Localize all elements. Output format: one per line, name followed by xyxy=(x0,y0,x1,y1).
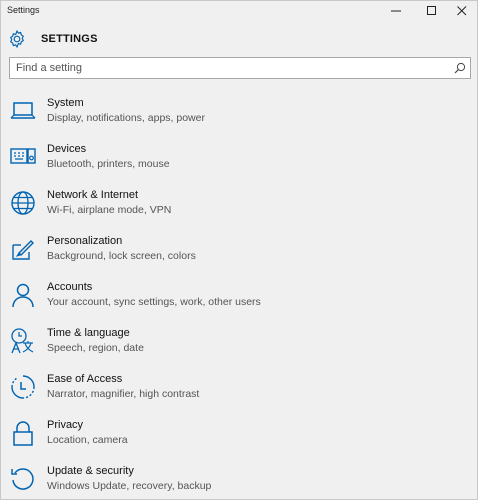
category-system[interactable]: System Display, notifications, apps, pow… xyxy=(1,91,477,137)
category-description: Narrator, magnifier, high contrast xyxy=(47,388,200,400)
search-input[interactable] xyxy=(10,58,446,78)
globe-icon xyxy=(11,191,35,215)
category-accounts[interactable]: Accounts Your account, sync settings, wo… xyxy=(1,275,477,321)
close-icon xyxy=(457,6,467,16)
update-icon xyxy=(11,468,34,490)
person-icon xyxy=(12,283,34,308)
language-icon xyxy=(11,328,34,354)
category-time-language[interactable]: Time & language Speech, region, date xyxy=(1,321,477,367)
settings-window: Settings SETTINGS Find a setting System … xyxy=(0,0,478,500)
maximize-button[interactable] xyxy=(417,1,447,21)
category-label: Accounts xyxy=(47,281,93,293)
category-label: Ease of Access xyxy=(47,373,123,385)
category-network[interactable]: Network & Internet Wi-Fi, airplane mode,… xyxy=(1,183,477,229)
accessibility-icon xyxy=(11,375,35,399)
page-title: SETTINGS xyxy=(41,33,98,45)
category-description: Your account, sync settings, work, other… xyxy=(47,296,261,308)
category-label: Update & security xyxy=(47,465,134,477)
category-label: Network & Internet xyxy=(47,189,139,201)
category-description: Location, camera xyxy=(47,434,128,446)
category-description: Speech, region, date xyxy=(47,342,144,354)
category-label: Devices xyxy=(47,143,87,155)
category-label: Privacy xyxy=(47,419,84,431)
keyboard-devices-icon xyxy=(10,148,36,164)
minimize-icon xyxy=(391,10,401,12)
category-description: Background, lock screen, colors xyxy=(47,250,196,262)
laptop-icon xyxy=(10,102,36,119)
minimize-button[interactable] xyxy=(381,1,411,21)
search-icon[interactable] xyxy=(454,62,466,74)
category-description: Display, notifications, apps, power xyxy=(47,112,205,124)
search-box[interactable] xyxy=(9,57,471,79)
gear-icon xyxy=(10,29,24,49)
lock-icon xyxy=(13,421,33,446)
category-description: Windows Update, recovery, backup xyxy=(47,480,212,492)
category-description: Wi-Fi, airplane mode, VPN xyxy=(47,204,172,216)
category-devices[interactable]: Devices Bluetooth, printers, mouse xyxy=(1,137,477,183)
category-label: Personalization xyxy=(47,235,123,247)
category-personalization[interactable]: Personalization Background, lock screen,… xyxy=(1,229,477,275)
category-label: Time & language xyxy=(47,327,130,339)
category-description: Bluetooth, printers, mouse xyxy=(47,158,170,170)
title-bar[interactable]: Settings xyxy=(1,1,477,21)
category-privacy[interactable]: Privacy Location, camera xyxy=(1,413,477,459)
settings-header: SETTINGS xyxy=(7,29,467,51)
category-label: System xyxy=(47,97,84,109)
category-update-security[interactable]: Update & security Windows Update, recove… xyxy=(1,459,477,500)
maximize-icon xyxy=(427,6,436,15)
paint-icon xyxy=(12,240,34,260)
close-button[interactable] xyxy=(447,1,477,21)
window-title: Settings xyxy=(7,5,40,15)
category-ease-of-access[interactable]: Ease of Access Narrator, magnifier, high… xyxy=(1,367,477,413)
settings-category-list: System Display, notifications, apps, pow… xyxy=(1,91,477,500)
